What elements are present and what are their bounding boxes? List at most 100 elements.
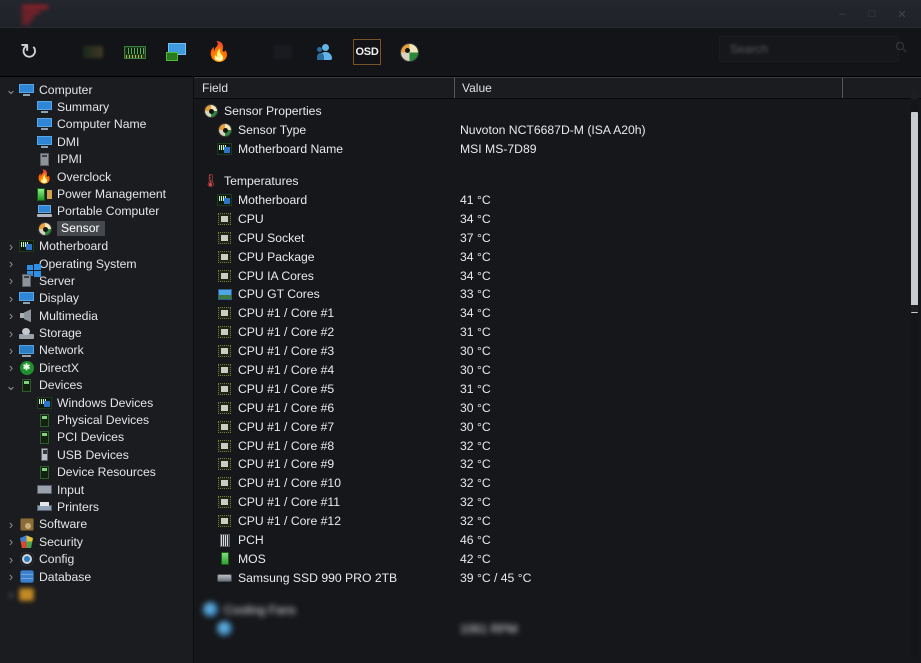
table-row[interactable]: Motherboard41 °C	[194, 191, 921, 210]
sidebar-item-summary[interactable]: Summary	[0, 98, 193, 115]
sidebar-item-pci-devices[interactable]: PCI Devices	[0, 429, 193, 446]
sidebar-item-security[interactable]: ›Security	[0, 533, 193, 550]
sidebar-item-sensor[interactable]: Sensor	[0, 220, 193, 237]
table-row[interactable]: CPU Socket37 °C	[194, 228, 921, 247]
table-row[interactable]: CPU GT Cores33 °C	[194, 285, 921, 304]
navigation-tree[interactable]: ⌄ComputerSummaryComputer Name DMI IPMI🔥Ove…	[0, 77, 194, 663]
sidebar-item-ipmi[interactable]: IPMI	[0, 151, 193, 168]
table-row[interactable]: CPU #1 / Core #630 °C	[194, 398, 921, 417]
sidebar-item-label: DMI	[57, 136, 79, 148]
sensor-list[interactable]: Sensor PropertiesSensor TypeNuvoton NCT6…	[194, 99, 921, 663]
stability-button[interactable]	[266, 35, 300, 69]
sidebar-item-label: Multimedia	[39, 310, 98, 322]
search-box[interactable]	[719, 36, 899, 62]
row-icon-wrap	[216, 495, 233, 509]
refresh-button[interactable]: ↻	[12, 35, 46, 69]
sensor-button[interactable]	[392, 35, 426, 69]
table-row[interactable]: CPU #1 / Core #932 °C	[194, 455, 921, 474]
sidebar-item-input[interactable]: Input	[0, 481, 193, 498]
sidebar-item-portable-computer[interactable]: Portable Computer	[0, 203, 193, 220]
table-row[interactable]: CPU #1 / Core #430 °C	[194, 361, 921, 380]
vertical-scrollbar[interactable]	[911, 101, 918, 659]
chevron-right-icon[interactable]: ›	[4, 240, 18, 253]
table-row[interactable]: CPU #1 / Core #330 °C	[194, 342, 921, 361]
chevron-right-icon[interactable]: ›	[4, 570, 18, 583]
table-row[interactable]: MOS42 °C	[194, 549, 921, 568]
chevron-right-icon[interactable]: ›	[4, 518, 18, 531]
sidebar-item-usb-devices[interactable]: USB Devices	[0, 446, 193, 463]
chevron-right-icon[interactable]: ›	[4, 535, 18, 548]
chevron-right-icon[interactable]: ›	[4, 274, 18, 287]
sidebar-item-multimedia[interactable]: › Multimedia	[0, 307, 193, 324]
table-row[interactable]: 1061 RPM	[194, 619, 921, 638]
sidebar-item-device-resources[interactable]: Device Resources	[0, 464, 193, 481]
table-row[interactable]: CPU #1 / Core #1232 °C	[194, 512, 921, 531]
chevron-right-icon[interactable]: ›	[4, 344, 18, 357]
sidebar-item-windows-devices[interactable]: Windows Devices	[0, 394, 193, 411]
table-row[interactable]: CPU #1 / Core #1032 °C	[194, 474, 921, 493]
sidebar-item-software[interactable]: ›Software	[0, 516, 193, 533]
sidebar-item-unknown[interactable]: ›	[0, 585, 193, 602]
table-row[interactable]: CPU IA Cores34 °C	[194, 266, 921, 285]
search-input[interactable]	[720, 41, 887, 57]
scroll-down-arrow[interactable]	[911, 305, 918, 312]
chevron-right-icon[interactable]: ›	[4, 588, 18, 601]
close-button[interactable]: ✕	[887, 1, 917, 27]
osd-button[interactable]: OSD	[350, 35, 384, 69]
pch-chip-icon	[220, 534, 230, 547]
sidebar-item-printers[interactable]: Printers	[0, 498, 193, 515]
sidebar-item-computer-name[interactable]: Computer Name	[0, 116, 193, 133]
sidebar-item-overclock[interactable]: 🔥Overclock	[0, 168, 193, 185]
table-row[interactable]: CPU #1 / Core #231 °C	[194, 323, 921, 342]
chevron-right-icon[interactable]: ›	[4, 327, 18, 340]
scrollbar-thumb[interactable]	[911, 112, 918, 313]
sidebar-item-server[interactable]: ›Server	[0, 272, 193, 289]
minimize-button[interactable]: –	[827, 1, 857, 27]
chevron-right-icon[interactable]: ›	[4, 292, 18, 305]
sidebar-item-storage[interactable]: ›Storage	[0, 324, 193, 341]
scroll-up-arrow[interactable]	[911, 92, 918, 99]
sidebar-item-display[interactable]: ›Display	[0, 290, 193, 307]
table-group-row[interactable]: Sensor Properties	[194, 102, 921, 121]
chevron-right-icon[interactable]: ›	[4, 361, 18, 374]
chevron-right-icon[interactable]: ›	[4, 257, 18, 270]
table-group-row[interactable]: 🌡Temperatures	[194, 172, 921, 191]
sidebar-item-motherboard[interactable]: ›Motherboard	[0, 238, 193, 255]
usb-stick-icon	[41, 448, 48, 461]
sidebar-item-directx[interactable]: ›✱DirectX	[0, 359, 193, 376]
overclock-button[interactable]: 🔥	[202, 35, 236, 69]
maximize-button[interactable]: □	[857, 1, 887, 27]
table-row[interactable]: Motherboard NameMSI MS-7D89	[194, 140, 921, 159]
sidebar-item-database[interactable]: ›Database	[0, 568, 193, 585]
column-header-extra[interactable]	[842, 78, 920, 98]
column-header-value[interactable]: Value	[454, 78, 842, 98]
table-row[interactable]: Sensor TypeNuvoton NCT6687D-M (ISA A20h)	[194, 121, 921, 140]
column-header-field[interactable]: Field	[194, 78, 454, 98]
chevron-right-icon[interactable]: ›	[4, 309, 18, 322]
sidebar-item-devices[interactable]: ⌄Devices	[0, 377, 193, 394]
chevron-down-icon[interactable]: ⌄	[4, 83, 18, 96]
sidebar-item-config[interactable]: ›Config	[0, 551, 193, 568]
table-row[interactable]: CPU #1 / Core #531 °C	[194, 379, 921, 398]
table-row[interactable]: CPU #1 / Core #134 °C	[194, 304, 921, 323]
table-group-row[interactable]: Cooling Fans	[194, 600, 921, 619]
table-row[interactable]: CPU #1 / Core #832 °C	[194, 436, 921, 455]
chevron-right-icon[interactable]: ›	[4, 553, 18, 566]
table-row[interactable]: CPU Package34 °C	[194, 247, 921, 266]
table-row[interactable]: CPU #1 / Core #1132 °C	[194, 493, 921, 512]
remote-button[interactable]	[308, 35, 342, 69]
sidebar-item-physical-devices[interactable]: Physical Devices	[0, 411, 193, 428]
table-row[interactable]: PCH46 °C	[194, 531, 921, 550]
sidebar-item-network[interactable]: ›Network	[0, 342, 193, 359]
memory-button[interactable]	[118, 35, 152, 69]
monitor-button[interactable]	[160, 35, 194, 69]
table-row[interactable]: CPU34 °C	[194, 209, 921, 228]
table-row[interactable]: Samsung SSD 990 PRO 2TB39 °C / 45 °C	[194, 568, 921, 587]
sidebar-item-power-management[interactable]: Power Management	[0, 185, 193, 202]
sidebar-item-operating-system[interactable]: ›Operating System	[0, 255, 193, 272]
chevron-down-icon[interactable]: ⌄	[4, 379, 18, 392]
report-button[interactable]	[76, 35, 110, 69]
sidebar-item-dmi[interactable]: DMI	[0, 133, 193, 150]
table-row[interactable]: CPU #1 / Core #730 °C	[194, 417, 921, 436]
sidebar-item-computer[interactable]: ⌄Computer	[0, 81, 193, 98]
